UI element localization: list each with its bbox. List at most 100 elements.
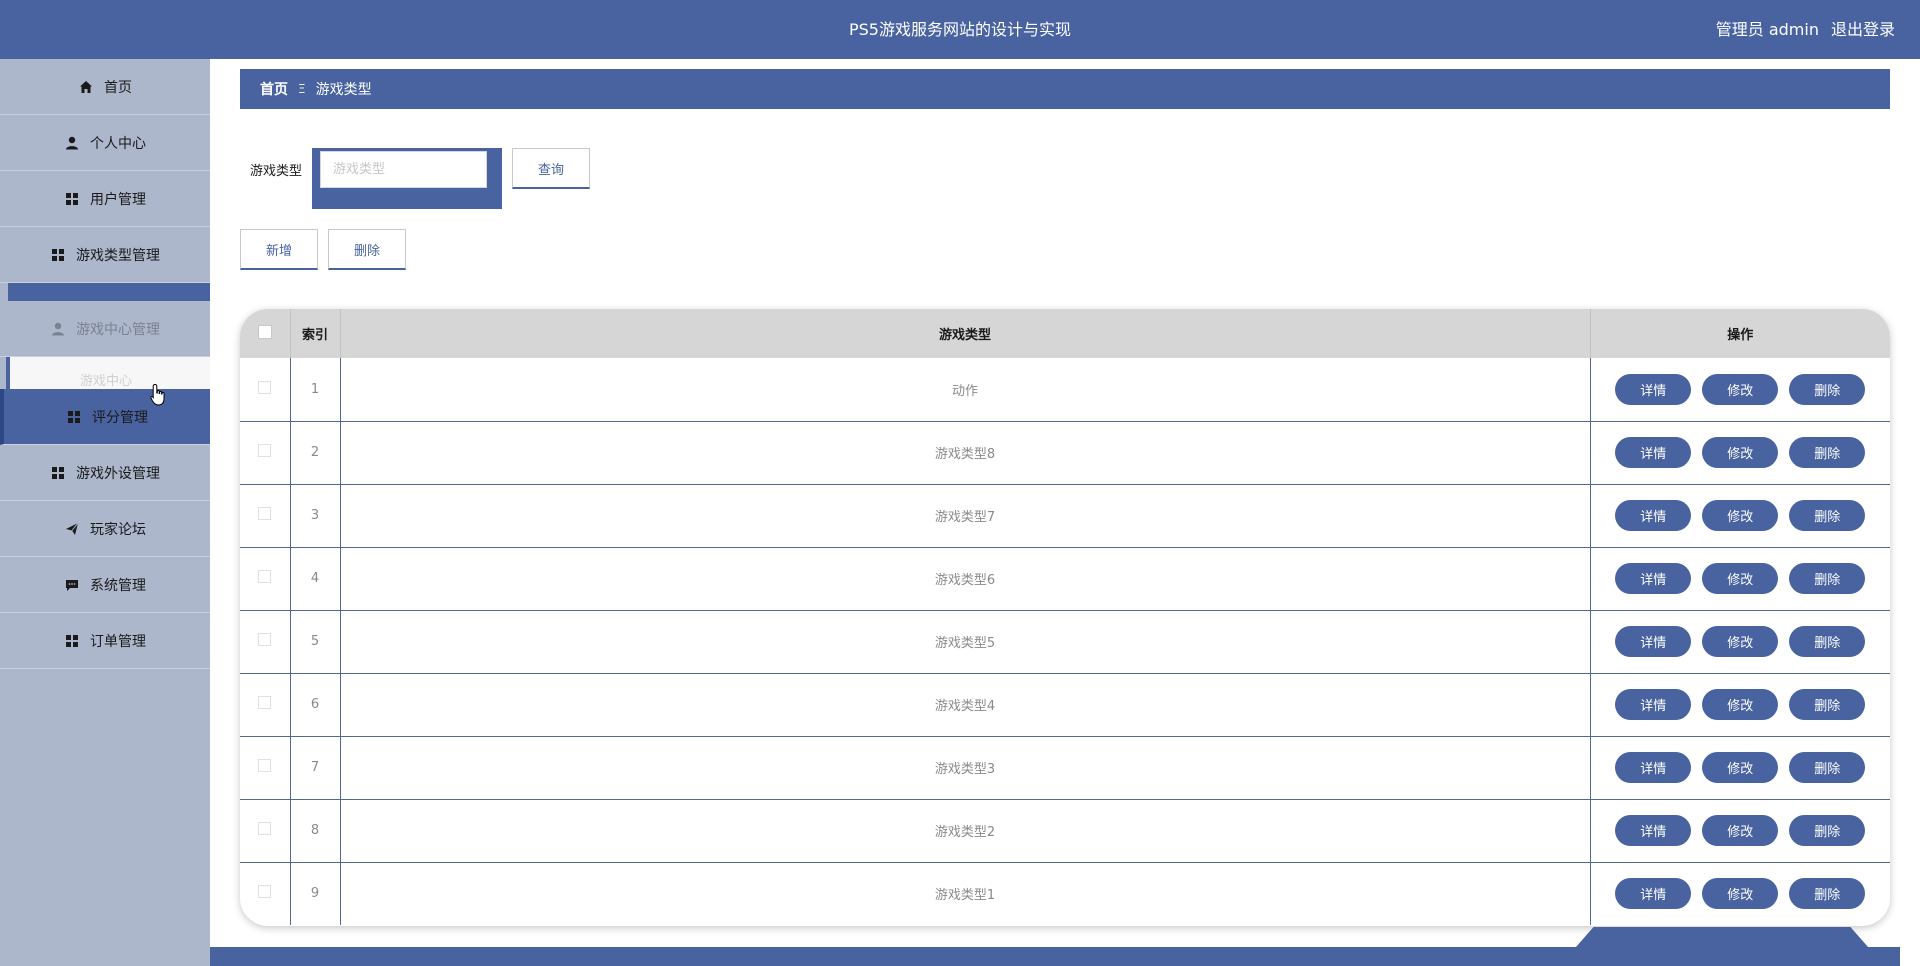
add-button[interactable]: 新增: [240, 229, 318, 270]
detail-button[interactable]: 详情: [1615, 437, 1692, 468]
row-checkbox[interactable]: [258, 507, 272, 520]
edit-button[interactable]: 修改: [1702, 878, 1779, 910]
table-row: 6 游戏类型4 详情 修改 删除: [240, 673, 1890, 737]
row-checkbox[interactable]: [258, 633, 272, 646]
row-index: 8: [290, 799, 341, 863]
sidebar-item-label: 游戏类型管理: [76, 247, 160, 264]
edit-button[interactable]: 修改: [1702, 500, 1779, 531]
sidebar-item-label: 订单管理: [90, 633, 146, 650]
row-index: 9: [290, 862, 341, 925]
edit-button[interactable]: 修改: [1702, 373, 1779, 405]
table-row: 4 游戏类型6 详情 修改 删除: [240, 547, 1890, 611]
select-all-cell: [240, 309, 291, 358]
search-label: 游戏类型: [250, 164, 303, 179]
detail-button[interactable]: 详情: [1615, 373, 1692, 405]
breadcrumb-current: 游戏类型: [315, 82, 372, 98]
detail-button[interactable]: 详情: [1615, 689, 1692, 720]
delete-button[interactable]: 删除: [1789, 373, 1866, 405]
sidebar-item-personal-center[interactable]: 个人中心: [0, 115, 210, 171]
sidebar-item-game-type-management[interactable]: 游戏类型管理: [0, 227, 210, 283]
user-area: 管理员 admin 退出登录: [1716, 0, 1895, 59]
user-label: 管理员 admin: [1715, 20, 1819, 39]
row-index: 5: [290, 610, 341, 674]
delete-button[interactable]: 删除: [1789, 815, 1866, 846]
sidebar-item-label: 首页: [104, 79, 132, 96]
row-index: 2: [290, 421, 341, 485]
row-checkbox[interactable]: [258, 570, 272, 583]
detail-button[interactable]: 详情: [1615, 752, 1692, 783]
sidebar-item-game-center-management[interactable]: 游戏中心管理: [0, 301, 210, 357]
logout-link[interactable]: 退出登录: [1831, 0, 1895, 59]
footer-tab: [1576, 927, 1868, 947]
search-input[interactable]: [320, 151, 488, 188]
edit-button[interactable]: 修改: [1702, 626, 1779, 657]
query-button[interactable]: 查询: [512, 148, 591, 189]
sidebar-item-rating-management[interactable]: 评分管理: [0, 389, 210, 445]
column-header-game-type: 游戏类型: [340, 309, 1591, 358]
edit-button[interactable]: 修改: [1702, 815, 1779, 846]
sidebar-subitem-game-center[interactable]: 游戏中心: [6, 357, 210, 389]
detail-button[interactable]: 详情: [1615, 500, 1692, 531]
delete-button[interactable]: 删除: [1789, 500, 1866, 531]
grid-icon: [50, 465, 66, 481]
delete-button[interactable]: 删除: [1789, 626, 1866, 657]
breadcrumb-home-link[interactable]: 首页: [260, 79, 288, 99]
breadcrumb-separator: Ξ: [298, 82, 306, 96]
sidebar-item-home[interactable]: 首页: [0, 59, 210, 115]
edit-button[interactable]: 修改: [1702, 437, 1779, 468]
sidebar-item-label: 游戏外设管理: [76, 465, 160, 482]
delete-button[interactable]: 删除: [1789, 878, 1866, 910]
row-game-type: 游戏类型3: [340, 736, 1591, 800]
table-row: 8 游戏类型2 详情 修改 删除: [240, 799, 1890, 863]
delete-button[interactable]: 删除: [1789, 752, 1866, 783]
detail-button[interactable]: 详情: [1615, 878, 1692, 910]
table-row: 7 游戏类型3 详情 修改 删除: [240, 736, 1890, 800]
sidebar-item-label: 系统管理: [90, 577, 146, 594]
row-checkbox[interactable]: [258, 444, 272, 457]
sidebar-item-peripheral-management[interactable]: 游戏外设管理: [0, 445, 210, 501]
sidebar-item-label: 评分管理: [92, 409, 148, 426]
search-form: 游戏类型 查询: [250, 148, 591, 209]
table-row: 9 游戏类型1 详情 修改 删除: [240, 862, 1890, 925]
sidebar-item-player-forum[interactable]: 玩家论坛: [0, 501, 210, 557]
sidebar-item-user-management[interactable]: 用户管理: [0, 171, 210, 227]
row-checkbox[interactable]: [258, 696, 272, 709]
row-index: 3: [290, 484, 341, 548]
edit-button[interactable]: 修改: [1702, 689, 1779, 720]
detail-button[interactable]: 详情: [1615, 815, 1692, 846]
send-icon: [64, 521, 80, 537]
select-all-checkbox[interactable]: [257, 324, 272, 339]
table-row: 5 游戏类型5 详情 修改 删除: [240, 610, 1890, 674]
row-game-type: 游戏类型5: [340, 610, 1591, 674]
batch-delete-button[interactable]: 删除: [328, 229, 406, 270]
home-icon: [78, 79, 94, 95]
sidebar-item-order-management[interactable]: 订单管理: [0, 613, 210, 669]
row-game-type: 游戏类型4: [340, 673, 1591, 737]
row-game-type: 游戏类型6: [340, 547, 1591, 611]
search-input-wrapper: [312, 148, 503, 209]
edit-button[interactable]: 修改: [1702, 563, 1779, 594]
breadcrumb: 首页 Ξ 游戏类型: [240, 69, 1890, 109]
sidebar-item-system-management[interactable]: 系统管理: [0, 557, 210, 613]
row-checkbox[interactable]: [258, 380, 272, 394]
row-game-type: 游戏类型7: [340, 484, 1591, 548]
table-header-row: 索引 游戏类型 操作: [240, 309, 1890, 358]
sidebar-item-label: 个人中心: [90, 135, 146, 152]
row-game-type: 游戏类型1: [340, 862, 1591, 925]
delete-button[interactable]: 删除: [1789, 563, 1866, 594]
detail-button[interactable]: 详情: [1615, 563, 1692, 594]
row-index: 6: [290, 673, 341, 737]
edit-button[interactable]: 修改: [1702, 752, 1779, 783]
row-index: 1: [290, 358, 341, 422]
grid-icon: [64, 191, 80, 207]
column-header-actions: 操作: [1590, 309, 1890, 358]
detail-button[interactable]: 详情: [1615, 626, 1692, 657]
row-checkbox[interactable]: [258, 822, 272, 835]
delete-button[interactable]: 删除: [1789, 689, 1866, 720]
row-checkbox[interactable]: [258, 885, 272, 899]
row-checkbox[interactable]: [258, 759, 272, 772]
hand-cursor-icon: [150, 383, 165, 406]
column-header-index: 索引: [290, 309, 341, 358]
delete-button[interactable]: 删除: [1789, 437, 1866, 468]
sidebar-item-label: 用户管理: [90, 191, 146, 208]
